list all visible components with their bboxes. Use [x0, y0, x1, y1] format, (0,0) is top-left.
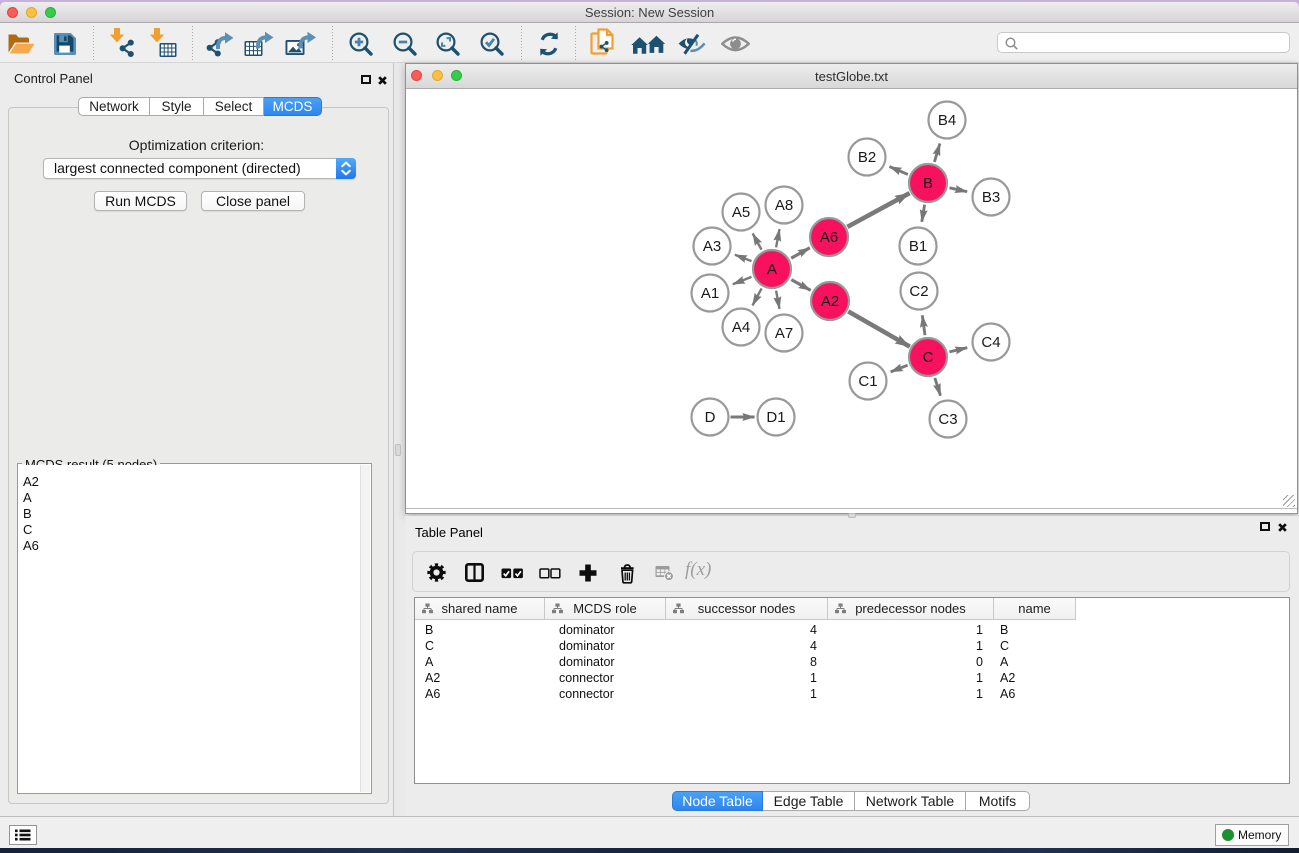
svg-text:B2: B2 [858, 149, 876, 166]
svg-text:A8: A8 [775, 197, 793, 214]
svg-text:C: C [923, 349, 934, 366]
svg-text:C2: C2 [909, 283, 928, 300]
svg-text:A: A [767, 261, 777, 278]
svg-text:C1: C1 [858, 373, 877, 390]
svg-text:D1: D1 [766, 409, 785, 426]
svg-text:Memory: Memory [1238, 828, 1281, 842]
svg-text:A3: A3 [703, 238, 721, 255]
svg-text:B1: B1 [909, 238, 927, 255]
svg-text:B4: B4 [938, 112, 956, 129]
svg-text:C3: C3 [938, 411, 957, 428]
svg-text:C4: C4 [981, 334, 1000, 351]
svg-text:D: D [705, 409, 716, 426]
svg-text:A1: A1 [701, 285, 719, 302]
svg-text:B3: B3 [982, 189, 1000, 206]
svg-text:A5: A5 [732, 204, 750, 221]
svg-text:A7: A7 [775, 325, 793, 342]
svg-text:A4: A4 [732, 319, 750, 336]
svg-text:A2: A2 [821, 293, 839, 310]
svg-text:B: B [923, 175, 933, 192]
svg-text:A6: A6 [820, 229, 838, 246]
